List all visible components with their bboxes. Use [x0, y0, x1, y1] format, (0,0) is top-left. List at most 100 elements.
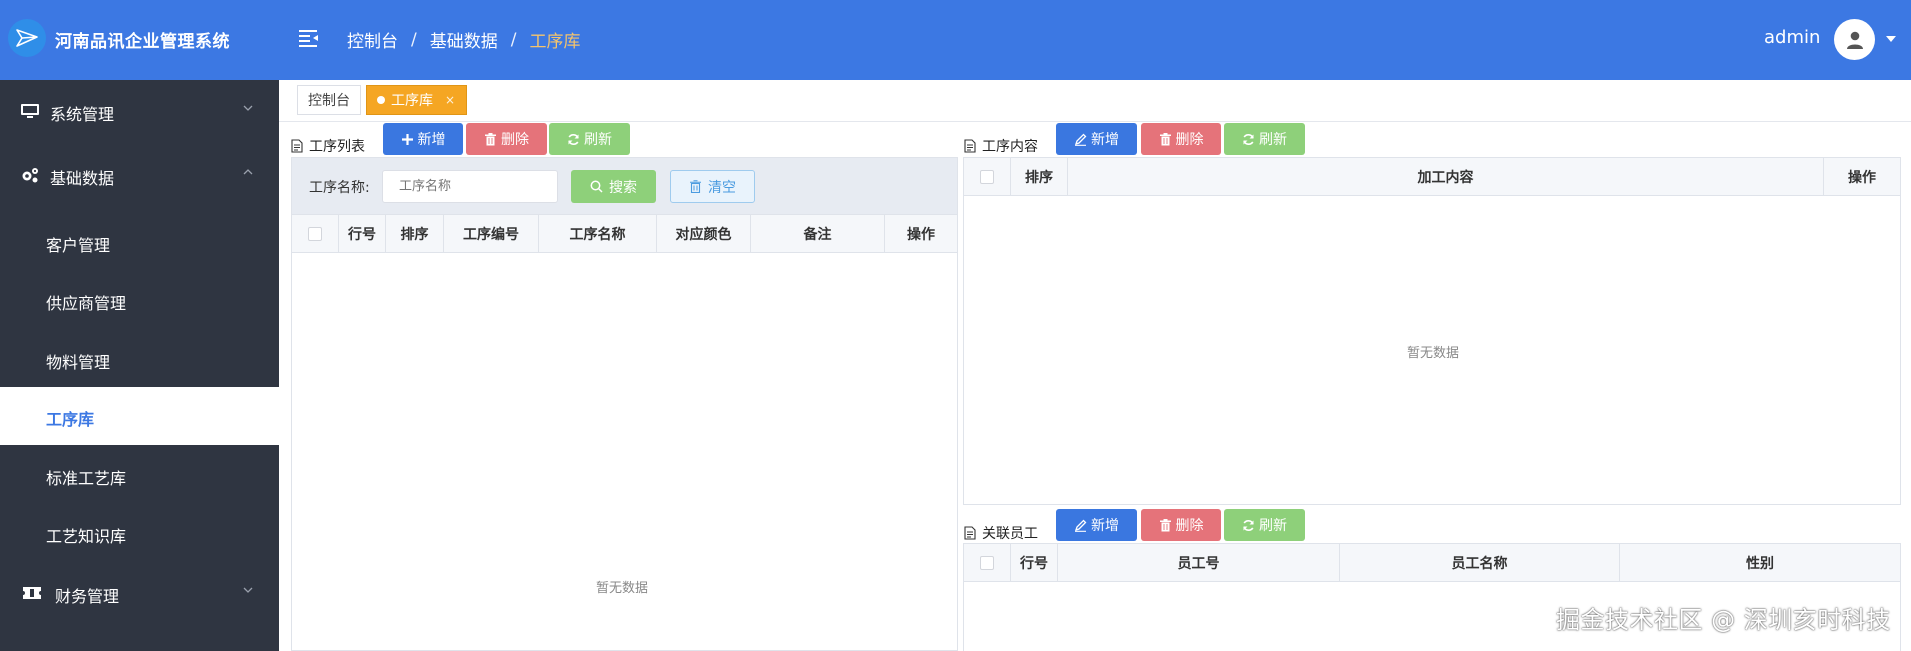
refresh-icon [1243, 519, 1254, 531]
sidebar-item-material[interactable]: 物料管理 [0, 330, 279, 388]
button-label: 删除 [1175, 132, 1204, 148]
button-label: 搜索 [609, 179, 637, 196]
button-label: 删除 [1175, 518, 1204, 534]
sidebar-item-supplier[interactable]: 供应商管理 [0, 271, 279, 329]
column-header[interactable]: 员工名称 [1340, 544, 1620, 582]
breadcrumb-separator: / [411, 29, 417, 50]
staff-add-button[interactable]: 新增 [1056, 509, 1137, 541]
document-icon [964, 139, 976, 153]
main-content: 控制台 工序库 × 工序列表 新增 删除 刷新 工序名称: 搜索 清空 [279, 80, 1911, 651]
user-menu-caret-icon[interactable] [1886, 36, 1896, 42]
column-header[interactable]: 对应颜色 [657, 215, 751, 253]
button-label: 新增 [1091, 132, 1119, 148]
button-label: 刷新 [1259, 132, 1287, 148]
table-header: 行号 排序 工序编号 工序名称 对应颜色 备注 操作 [292, 215, 957, 253]
trash-icon [690, 180, 701, 193]
process-refresh-button[interactable]: 刷新 [549, 123, 630, 155]
close-icon[interactable]: × [445, 93, 455, 107]
staff-delete-button[interactable]: 删除 [1141, 509, 1221, 541]
chevron-down-icon [243, 105, 253, 111]
clear-button[interactable]: 清空 [670, 170, 755, 203]
select-all-checkbox[interactable] [980, 170, 994, 184]
document-icon [964, 526, 976, 540]
sidebar-item-standard-craft[interactable]: 标准工艺库 [0, 446, 279, 504]
sidebar-item-label: 客户管理 [46, 236, 111, 255]
content-add-button[interactable]: 新增 [1056, 123, 1137, 155]
sidebar-item-label: 供应商管理 [46, 294, 127, 313]
sidebar-group-label: 系统管理 [50, 105, 115, 124]
search-bar: 工序名称: 搜索 清空 [291, 157, 958, 215]
column-header[interactable]: 行号 [1011, 544, 1058, 582]
process-content-table: 排序 加工内容 操作 暂无数据 [963, 157, 1901, 505]
column-header[interactable]: 性别 [1620, 544, 1900, 582]
avatar[interactable] [1834, 19, 1875, 60]
content-refresh-button[interactable]: 刷新 [1224, 123, 1305, 155]
column-header[interactable]: 排序 [1011, 158, 1068, 196]
table-header: 排序 加工内容 操作 [964, 158, 1900, 196]
empty-text: 暂无数据 [1407, 346, 1460, 361]
document-icon [291, 139, 303, 153]
staff-refresh-button[interactable]: 刷新 [1224, 509, 1305, 541]
refresh-icon [568, 133, 579, 145]
process-table: 行号 排序 工序编号 工序名称 对应颜色 备注 操作 暂无数据 [291, 215, 958, 651]
sidebar-item-label: 工艺知识库 [46, 527, 127, 546]
app-title: 河南品讯企业管理系统 [55, 32, 230, 52]
search-label: 工序名称: [309, 180, 370, 196]
breadcrumb-item-process-lib: 工序库 [529, 32, 581, 52]
column-header[interactable]: 排序 [386, 215, 444, 253]
sidebar: 系统管理 基础数据 客户管理 供应商管理 物料管理 工序库 标准工艺库 工艺知识… [0, 80, 279, 651]
sidebar-item-craft-knowledge[interactable]: 工艺知识库 [0, 504, 279, 562]
search-button[interactable]: 搜索 [571, 170, 656, 203]
tab-bar: 控制台 工序库 × [279, 80, 1911, 122]
button-label: 新增 [1091, 518, 1119, 534]
sidebar-item-customer[interactable]: 客户管理 [0, 213, 279, 271]
process-name-search-input[interactable] [382, 170, 558, 203]
sidebar-item-label: 物料管理 [46, 353, 111, 372]
sidebar-group-label: 财务管理 [55, 587, 120, 606]
column-header[interactable]: 操作 [885, 215, 957, 253]
sidebar-group-basic-data[interactable]: 基础数据 [0, 144, 279, 208]
edit-icon [1074, 519, 1087, 532]
sidebar-group-finance[interactable]: 财务管理 [0, 562, 279, 626]
trash-icon [1159, 132, 1171, 145]
select-all-checkbox[interactable] [308, 227, 322, 241]
breadcrumb-item-console[interactable]: 控制台 [347, 27, 398, 52]
column-header[interactable]: 操作 [1824, 158, 1900, 196]
chevron-up-icon [243, 169, 253, 175]
sidebar-group-system[interactable]: 系统管理 [0, 80, 279, 144]
sidebar-item-label: 标准工艺库 [46, 469, 127, 488]
column-header[interactable]: 员工号 [1058, 544, 1340, 582]
content-delete-button[interactable]: 删除 [1141, 123, 1221, 155]
select-all-checkbox[interactable] [980, 556, 994, 570]
column-header[interactable]: 行号 [339, 215, 386, 253]
button-label: 删除 [501, 132, 529, 148]
username[interactable]: admin [1764, 27, 1820, 48]
process-delete-button[interactable]: 删除 [466, 123, 547, 155]
empty-text: 暂无数据 [596, 581, 649, 596]
tab-process-lib[interactable]: 工序库 × [366, 85, 467, 115]
select-all-cell [292, 215, 339, 253]
column-header[interactable]: 加工内容 [1068, 158, 1824, 196]
column-header[interactable]: 工序编号 [444, 215, 539, 253]
logo-icon[interactable] [8, 19, 46, 57]
button-label: 新增 [417, 132, 446, 148]
trash-icon [485, 132, 496, 145]
column-header[interactable]: 备注 [751, 215, 885, 253]
breadcrumb-item-basic-data[interactable]: 基础数据 [430, 27, 498, 52]
sidebar-item-process-lib[interactable]: 工序库 [0, 387, 279, 445]
chevron-down-icon [243, 587, 253, 593]
process-add-button[interactable]: 新增 [383, 123, 463, 155]
user-icon [1846, 31, 1863, 49]
tab-label: 控制台 [308, 93, 350, 109]
search-icon [590, 180, 603, 193]
select-all-cell [964, 544, 1011, 582]
plus-icon [401, 133, 413, 145]
tab-console[interactable]: 控制台 [297, 85, 361, 115]
column-header[interactable]: 工序名称 [539, 215, 657, 253]
ticket-icon [23, 587, 41, 599]
menu-collapse-icon[interactable] [298, 28, 320, 48]
watermark: 掘金技术社区 @ 深圳亥时科技 [1556, 606, 1891, 634]
button-label: 刷新 [584, 132, 612, 148]
button-label: 刷新 [1259, 518, 1287, 534]
sidebar-item-label: 工序库 [46, 410, 95, 429]
